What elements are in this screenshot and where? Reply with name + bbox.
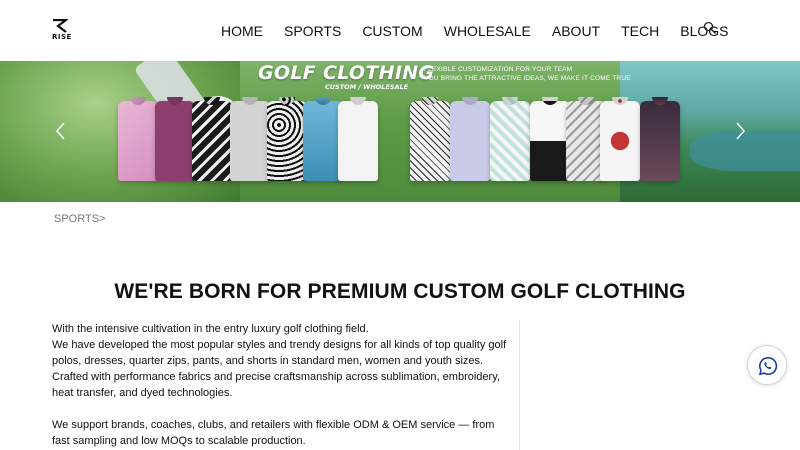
logo-mark-icon: [53, 19, 68, 33]
nav-tech[interactable]: TECH: [621, 23, 659, 39]
shirt-image: [410, 101, 450, 181]
banner-tagline-2: YOU BRING THE ATTRACTIVE IDEAS, WE MAKE …: [424, 75, 631, 82]
shirt-image: [192, 101, 232, 181]
breadcrumb[interactable]: SPORTS>: [54, 213, 105, 225]
nav-home[interactable]: HOME: [221, 23, 263, 39]
chevron-left-icon[interactable]: [53, 121, 69, 141]
whatsapp-icon: [758, 356, 778, 376]
search-icon[interactable]: [703, 21, 717, 35]
shirt-image: [640, 101, 680, 181]
nav-wholesale[interactable]: WHOLESALE: [444, 23, 531, 39]
shirt-image: [338, 101, 378, 181]
site-header: RISE HOME SPORTS CUSTOM WHOLESALE ABOUT …: [0, 0, 800, 60]
shirt-image: [155, 101, 195, 181]
shirt-image: [450, 101, 490, 181]
page-title: WE'RE BORN FOR PREMIUM CUSTOM GOLF CLOTH…: [114, 280, 686, 303]
logo[interactable]: RISE: [52, 19, 76, 43]
banner-subtitle: CUSTOM / WHOLESALE: [325, 83, 409, 91]
nav-about[interactable]: ABOUT: [552, 23, 600, 39]
hero-banner: GOLF CLOTHING CUSTOM / WHOLESALE FLEXIBL…: [0, 61, 800, 202]
intro-line-1: With the intensive cultivation in the en…: [52, 323, 369, 335]
chevron-right-icon[interactable]: [732, 121, 748, 141]
nav-sports[interactable]: SPORTS: [284, 23, 341, 39]
intro-line-2: We have developed the most popular style…: [52, 339, 507, 367]
shirt-image: [267, 101, 307, 181]
main-nav: HOME SPORTS CUSTOM WHOLESALE ABOUT TECH …: [221, 22, 728, 40]
shirt-image: [600, 101, 640, 181]
whatsapp-button[interactable]: [747, 345, 787, 385]
intro-line-3: Crafted with performance fabrics and pre…: [52, 371, 500, 399]
shirt-image: [230, 101, 270, 181]
intro-text: With the intensive cultivation in the en…: [52, 321, 512, 449]
shirt-image: [303, 101, 343, 181]
shirt-image: [490, 101, 530, 181]
logo-text: RISE: [52, 33, 72, 41]
shirt-image: [118, 101, 158, 181]
nav-custom[interactable]: CUSTOM: [362, 23, 422, 39]
shirt-image: [530, 101, 570, 181]
intro-paragraph-2: We support brands, coaches, clubs, and r…: [52, 419, 495, 447]
column-divider: [519, 320, 520, 450]
banner-tagline-1: FLEXIBLE CUSTOMIZATION FOR YOUR TEAM: [424, 66, 573, 73]
banner-title: GOLF CLOTHING: [258, 62, 435, 84]
